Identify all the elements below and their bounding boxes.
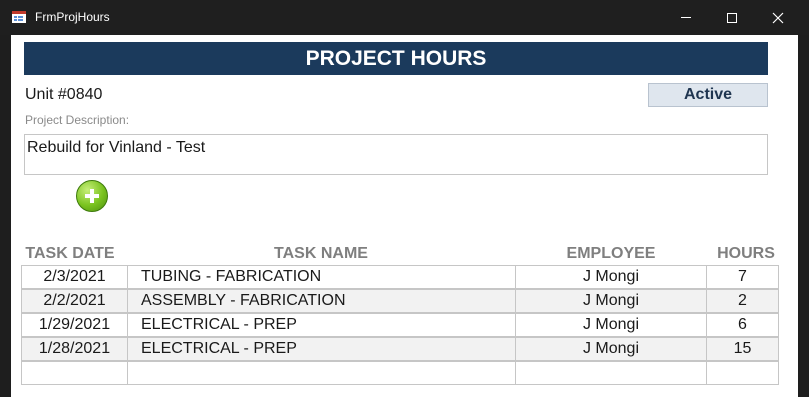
- hours-cell[interactable]: [706, 361, 779, 385]
- close-icon: [772, 12, 784, 23]
- task-name-cell[interactable]: ELECTRICAL - PREP: [127, 313, 516, 337]
- unit-number: Unit #0840: [25, 86, 103, 103]
- column-header-hours: HOURS: [717, 245, 775, 262]
- description-label: Project Description:: [25, 113, 130, 127]
- maximize-icon: [727, 12, 737, 23]
- hours-cell[interactable]: 15: [706, 337, 779, 361]
- title-bar: FrmProjHours: [0, 0, 809, 35]
- minimize-icon: [681, 17, 691, 18]
- maximize-button[interactable]: [709, 0, 755, 35]
- status-badge: Active: [648, 83, 768, 107]
- close-button[interactable]: [755, 0, 801, 35]
- employee-cell[interactable]: J Mongi: [515, 289, 707, 313]
- project-hours-form: PROJECT HOURS Unit #0840 Active Project …: [11, 35, 798, 397]
- add-task-button[interactable]: [76, 180, 108, 212]
- task-name-cell[interactable]: TUBING - FABRICATION: [127, 265, 516, 289]
- column-header-task-date: TASK DATE: [25, 245, 115, 262]
- plus-circle-icon: [85, 189, 99, 203]
- employee-cell[interactable]: [515, 361, 707, 385]
- column-header-employee: EMPLOYEE: [566, 245, 656, 262]
- task-date-cell[interactable]: [21, 361, 128, 385]
- table-row: 2/3/2021 TUBING - FABRICATION J Mongi 7: [21, 265, 779, 290]
- task-date-cell[interactable]: 1/29/2021: [21, 313, 128, 337]
- form-header: PROJECT HOURS: [24, 42, 768, 75]
- hours-cell[interactable]: 2: [706, 289, 779, 313]
- table-row: 1/28/2021 ELECTRICAL - PREP J Mongi 15: [21, 337, 779, 362]
- task-name-cell[interactable]: [127, 361, 516, 385]
- minimize-button[interactable]: [663, 0, 709, 35]
- employee-cell[interactable]: J Mongi: [515, 337, 707, 361]
- project-description-field[interactable]: Rebuild for Vinland - Test: [24, 134, 768, 175]
- new-record-row: [21, 361, 779, 386]
- task-table: 2/3/2021 TUBING - FABRICATION J Mongi 7 …: [21, 265, 779, 386]
- column-header-task-name: TASK NAME: [274, 245, 368, 262]
- table-row: 1/29/2021 ELECTRICAL - PREP J Mongi 6: [21, 313, 779, 338]
- hours-cell[interactable]: 7: [706, 265, 779, 289]
- task-date-cell[interactable]: 1/28/2021: [21, 337, 128, 361]
- task-name-cell[interactable]: ASSEMBLY - FABRICATION: [127, 289, 516, 313]
- access-form-icon: [12, 11, 26, 23]
- hours-cell[interactable]: 6: [706, 313, 779, 337]
- employee-cell[interactable]: J Mongi: [515, 265, 707, 289]
- task-date-cell[interactable]: 2/2/2021: [21, 289, 128, 313]
- task-date-cell[interactable]: 2/3/2021: [21, 265, 128, 289]
- window-title: FrmProjHours: [35, 10, 110, 24]
- page-title: PROJECT HOURS: [305, 46, 487, 70]
- task-name-cell[interactable]: ELECTRICAL - PREP: [127, 337, 516, 361]
- employee-cell[interactable]: J Mongi: [515, 313, 707, 337]
- table-row: 2/2/2021 ASSEMBLY - FABRICATION J Mongi …: [21, 289, 779, 314]
